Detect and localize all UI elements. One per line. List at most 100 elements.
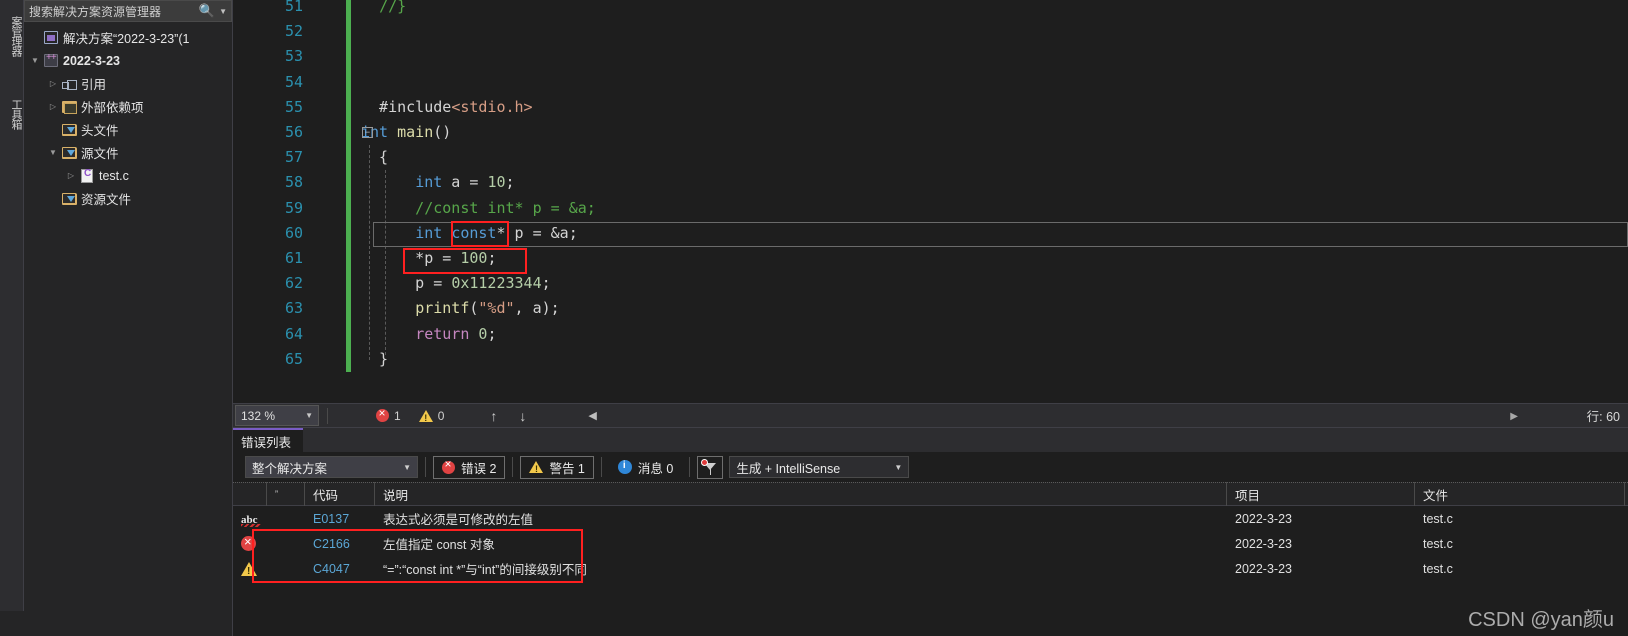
chevron-down-icon[interactable]: ▼ xyxy=(403,463,411,472)
code-text: p = 0x11223344; xyxy=(361,271,550,296)
change-indicator-bar xyxy=(346,346,351,372)
code-line[interactable]: 55 #include<stdio.h> xyxy=(233,94,1628,120)
divider xyxy=(512,457,514,477)
row-suppression-cell xyxy=(267,506,305,531)
code-line[interactable]: 56 int main() xyxy=(233,120,1628,146)
tree-item-1[interactable]: ▼ 2022-3-23 xyxy=(24,49,232,72)
code-token: <stdio.h> xyxy=(451,97,533,116)
solution-explorer-search[interactable]: 搜索解决方案资源管理器 🔍 ▼ xyxy=(24,0,232,22)
info-circle-icon xyxy=(617,460,632,474)
column-header-icon[interactable] xyxy=(233,482,267,506)
chevron-down-icon[interactable]: ▼ xyxy=(217,7,229,16)
toggle-messages[interactable]: 消息 0 xyxy=(609,456,682,479)
column-header-code[interactable]: 代码 xyxy=(305,482,375,506)
tree-item-0[interactable]: 解决方案“2022-3-23”(1 xyxy=(24,26,232,49)
tree-item-2[interactable]: ▷ 引用 xyxy=(24,72,232,95)
tree-expander-icon[interactable]: ▷ xyxy=(64,171,78,180)
line-number: 52 xyxy=(284,22,303,41)
fold-collapse-icon[interactable]: − xyxy=(362,127,373,138)
watermark-label: CSDN @yan颜u xyxy=(1468,609,1614,631)
tree-item-label: 引用 xyxy=(81,78,107,92)
filter-folder-icon xyxy=(60,123,78,136)
code-line[interactable]: 62 p = 0x11223344; xyxy=(233,271,1628,297)
indent-guide xyxy=(385,170,386,355)
tree-expander-icon[interactable]: ▷ xyxy=(46,102,60,111)
line-number: 63 xyxy=(284,299,303,318)
tree-item-6[interactable]: ▷ test.c xyxy=(24,164,232,187)
table-row[interactable]: C4047 “=”:“const int *”与“int”的间接级别不同 2022-… xyxy=(233,556,1628,581)
indent-guide xyxy=(369,145,370,360)
change-indicator-bar xyxy=(346,220,351,246)
line-number: 54 xyxy=(284,72,303,91)
tree-expander-icon[interactable]: ▼ xyxy=(28,56,42,65)
arrow-up-icon[interactable]: ↑ xyxy=(490,408,497,424)
code-line[interactable]: 57 { xyxy=(233,145,1628,171)
code-line[interactable]: 64 return 0; xyxy=(233,321,1628,347)
tree-item-7[interactable]: 资源文件 xyxy=(24,187,232,210)
tree-expander-icon[interactable]: ▼ xyxy=(46,148,60,157)
line-number: 56 xyxy=(284,123,303,141)
row-severity-icon-cell: abc xyxy=(233,506,267,531)
chevron-down-icon[interactable]: ▼ xyxy=(305,411,313,420)
build-intellisense-dropdown[interactable]: 生成 + IntelliSense ▼ xyxy=(729,456,910,478)
table-row[interactable]: C2166 左值指定 const 对象 2022-3-23 test.c xyxy=(233,531,1628,556)
error-circle-icon xyxy=(442,458,455,474)
code-text: //const int* p = &a; xyxy=(361,196,596,221)
code-line[interactable]: 65 } xyxy=(233,346,1628,372)
caret-right-icon[interactable]: ▶ xyxy=(1510,404,1518,428)
zoom-level-dropdown[interactable]: 132 % ▼ xyxy=(235,405,319,426)
code-token: ; xyxy=(487,249,497,267)
code-text: #include<stdio.h> xyxy=(361,95,533,120)
code-line[interactable]: 53 xyxy=(233,44,1628,70)
filter-button[interactable] xyxy=(697,455,724,479)
code-line[interactable]: 52 xyxy=(233,19,1628,45)
magnifier-icon[interactable]: 🔍 xyxy=(197,3,217,19)
change-indicator-bar xyxy=(346,271,351,297)
search-input[interactable]: 搜索解决方案资源管理器 xyxy=(29,3,197,20)
arrow-down-icon[interactable]: ↓ xyxy=(519,408,526,424)
tree-item-label: 资源文件 xyxy=(81,193,132,207)
code-text: { xyxy=(361,145,388,170)
column-header-description[interactable]: 说明 xyxy=(375,482,1227,506)
row-code: C2166 xyxy=(313,536,350,551)
code-line[interactable]: 59 //const int* p = &a; xyxy=(233,195,1628,221)
tree-item-5[interactable]: ▼ 源文件 xyxy=(24,141,232,164)
row-file: test.c xyxy=(1423,561,1453,576)
tree-item-4[interactable]: 头文件 xyxy=(24,118,232,141)
row-description: 左值指定 const 对象 xyxy=(383,538,495,552)
change-indicator-bar xyxy=(346,19,351,45)
code-editor[interactable]: 51 //} 52 53 54 55 #include<stdio.h> 56 int ma… xyxy=(233,0,1628,403)
tree-item-3[interactable]: ▷ 外部依赖项 xyxy=(24,95,232,118)
code-line[interactable]: 61 *p = 100; xyxy=(233,246,1628,272)
change-indicator-bar xyxy=(346,195,351,221)
code-line[interactable]: 54 xyxy=(233,69,1628,95)
toggle-warnings[interactable]: 警告 1 xyxy=(520,455,594,479)
column-header-file[interactable]: 文件 xyxy=(1415,482,1625,506)
tree-expander-icon[interactable]: ▷ xyxy=(46,79,60,88)
divider xyxy=(600,457,602,477)
table-row[interactable]: abc E0137 表达式必须是可修改的左值 2022-3-23 test.c xyxy=(233,506,1628,531)
line-number: 65 xyxy=(284,349,303,368)
change-indicator-bar xyxy=(346,120,351,146)
vertical-tab-solution-explorer[interactable]: 案管理器 xyxy=(0,2,24,70)
references-icon xyxy=(60,79,78,90)
column-header-project[interactable]: 项目 xyxy=(1227,482,1415,506)
code-token: a = xyxy=(442,173,488,192)
vertical-tab-toolbox[interactable]: 工具箱 xyxy=(0,84,24,144)
code-line[interactable]: 51 //} xyxy=(233,0,1628,20)
code-line[interactable]: 63 printf("%d", a); xyxy=(233,296,1628,322)
code-token: #include xyxy=(361,97,452,116)
caret-left-icon[interactable]: ◀ xyxy=(588,409,596,422)
line-number: 51 xyxy=(284,0,303,15)
change-indicator-bar xyxy=(346,296,351,322)
chevron-down-icon[interactable]: ▼ xyxy=(894,463,902,472)
zoom-level-value: 132 % xyxy=(241,408,276,423)
row-project: 2022-3-23 xyxy=(1235,511,1292,526)
code-line[interactable]: 58 int a = 10; xyxy=(233,170,1628,196)
column-header-suppression[interactable]: ” xyxy=(267,482,305,506)
toggle-errors[interactable]: 错误 2 xyxy=(433,455,506,479)
scope-dropdown[interactable]: 整个解决方案 ▼ xyxy=(245,456,418,478)
tab-error-list[interactable]: 错误列表 xyxy=(233,428,304,452)
status-warning-count[interactable]: 0 xyxy=(418,409,444,423)
status-error-count[interactable]: 1 xyxy=(376,407,401,423)
